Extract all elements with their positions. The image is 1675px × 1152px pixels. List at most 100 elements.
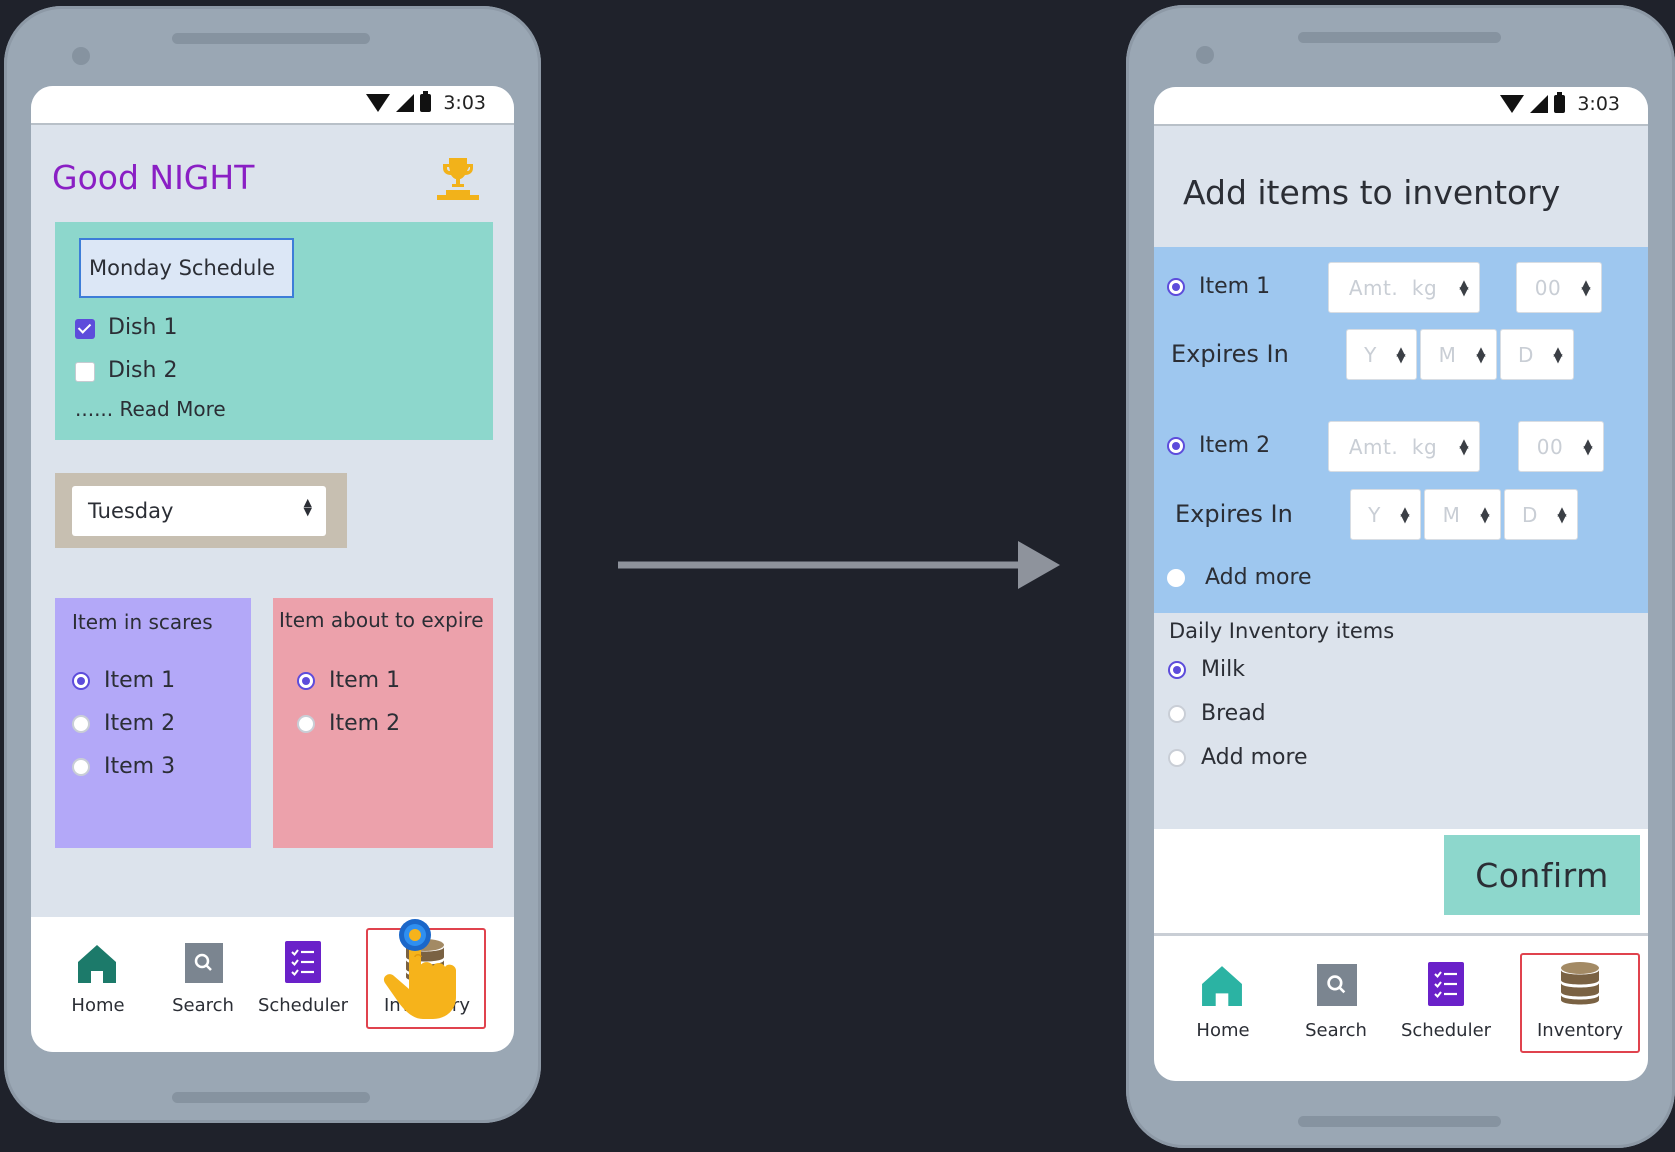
item-2-radio[interactable] — [1167, 437, 1185, 455]
schedule-card: Monday Schedule Dish 1 Dish 2 ...... Rea… — [55, 222, 493, 440]
add-more-radio[interactable] — [1167, 569, 1185, 587]
signal-icon — [1530, 95, 1549, 113]
item-2-expires-label: Expires In — [1175, 500, 1293, 528]
dish-1-checkbox[interactable] — [75, 319, 95, 339]
nav-scheduler[interactable]: Scheduler — [255, 937, 351, 1027]
nav-home[interactable]: Home — [53, 937, 143, 1027]
nav-home[interactable]: Home — [1178, 958, 1268, 1048]
expire-item-2-radio[interactable] — [297, 715, 315, 733]
dish-2-label: Dish 2 — [108, 358, 178, 383]
phone-camera — [72, 47, 90, 65]
search-icon — [185, 943, 223, 983]
daily-add-more-label: Add more — [1201, 745, 1308, 770]
item-1-year-field[interactable]: Y ▲ ▼ — [1346, 329, 1417, 380]
confirm-area: Confirm — [1154, 829, 1648, 936]
stepper-arrows-icon: ▲ ▼ — [1583, 435, 1593, 457]
phone-bottom-bar — [1298, 1116, 1501, 1127]
right-screen: 3:03 Add items to inventory Item 1 Amt. … — [1154, 87, 1648, 1081]
wifi-icon — [366, 94, 391, 112]
status-time: 3:03 — [443, 92, 486, 114]
nav-search-label: Search — [172, 995, 234, 1016]
unit-placeholder: kg — [1411, 275, 1438, 300]
checklist-icon — [285, 941, 321, 983]
item-2-day-field[interactable]: D ▲ ▼ — [1504, 489, 1578, 540]
item-1-month-field[interactable]: M ▲ ▼ — [1420, 329, 1497, 380]
amount-placeholder: Amt. — [1348, 275, 1399, 300]
scarce-item-3-label: Item 3 — [104, 754, 176, 779]
tap-hand-icon — [379, 911, 479, 1026]
checklist-icon — [1428, 962, 1464, 1006]
item-2-amount-field[interactable]: Amt. kg ▲ ▼ — [1328, 421, 1480, 472]
milk-radio[interactable] — [1168, 661, 1186, 679]
phone-bottom-bar — [172, 1092, 370, 1103]
wifi-icon — [1500, 95, 1525, 113]
milk-label: Milk — [1201, 657, 1245, 682]
read-more-link[interactable]: ...... Read More — [75, 397, 226, 421]
signal-icon — [396, 94, 415, 112]
stepper-arrows-icon: ▲ ▼ — [1396, 343, 1406, 365]
expire-item-1-radio[interactable] — [297, 672, 315, 690]
stepper-arrows-icon: ▲ ▼ — [1400, 503, 1410, 525]
daily-add-more-radio[interactable] — [1168, 749, 1186, 767]
nav-scheduler-label: Scheduler — [1400, 1020, 1492, 1041]
nav-home-label: Home — [71, 995, 125, 1016]
greeting-title: Good NIGHT — [52, 158, 255, 197]
item-2-month-field[interactable]: M ▲ ▼ — [1424, 489, 1501, 540]
transition-arrow — [618, 538, 1060, 594]
item-2-year-field[interactable]: Y ▲ ▼ — [1350, 489, 1421, 540]
schedule-title: Monday Schedule — [89, 256, 276, 280]
battery-icon — [1554, 92, 1566, 113]
search-icon — [1317, 964, 1357, 1006]
status-bar: 3:03 — [31, 86, 514, 125]
confirm-button[interactable]: Confirm — [1444, 835, 1640, 915]
month-placeholder: M — [1442, 502, 1461, 527]
schedule-title-box[interactable]: Monday Schedule — [79, 238, 294, 298]
scarce-item-1-label: Item 1 — [104, 668, 176, 693]
decimal-placeholder: 00 — [1536, 434, 1564, 459]
item-1-decimal-field[interactable]: 00 ▲ ▼ — [1516, 262, 1602, 313]
item-1-radio[interactable] — [1167, 278, 1185, 296]
item-2-decimal-field[interactable]: 00 ▲ ▼ — [1518, 421, 1604, 472]
bread-radio[interactable] — [1168, 705, 1186, 723]
scarce-items-card: Item in scares Item 1 Item 2 Item 3 — [55, 598, 251, 848]
stepper-arrows-icon: ▲ ▼ — [1459, 276, 1469, 298]
home-icon — [1202, 966, 1242, 1006]
nav-scheduler[interactable]: Scheduler — [1394, 958, 1498, 1048]
expiring-items-card: Item about to expire Item 1 Item 2 — [273, 598, 493, 848]
item-1-label: Item 1 — [1199, 274, 1271, 299]
battery-icon — [420, 91, 432, 112]
nav-search[interactable]: Search — [1288, 958, 1384, 1048]
daily-inventory-title: Daily Inventory items — [1169, 619, 1395, 643]
scarce-item-3-radio[interactable] — [72, 758, 90, 776]
item-2-label: Item 2 — [1199, 433, 1271, 458]
stepper-arrows-icon: ▲ ▼ — [1557, 503, 1567, 525]
trophy-icon[interactable] — [435, 156, 481, 200]
dish-2-checkbox[interactable] — [75, 362, 95, 382]
nav-inventory[interactable]: Inventory — [1524, 958, 1636, 1048]
expire-item-2-label: Item 2 — [329, 711, 401, 736]
home-icon — [78, 945, 116, 983]
nav-search[interactable]: Search — [155, 937, 251, 1027]
database-icon — [1561, 962, 1599, 1005]
phone-speaker — [172, 33, 370, 44]
left-phone-frame: 3:03 Good NIGHT Monday Schedule Dish 1 D… — [4, 6, 541, 1123]
nav-inventory-label: Inventory — [1537, 1020, 1623, 1041]
add-more-label: Add more — [1205, 565, 1312, 590]
day-select-frame: Tuesday ▲ ▼ — [55, 473, 347, 548]
bread-label: Bread — [1201, 701, 1266, 726]
right-phone-frame: 3:03 Add items to inventory Item 1 Amt. … — [1126, 5, 1675, 1148]
left-screen: 3:03 Good NIGHT Monday Schedule Dish 1 D… — [31, 86, 514, 1052]
amount-placeholder: Amt. — [1348, 434, 1399, 459]
unit-placeholder: kg — [1411, 434, 1438, 459]
item-1-day-field[interactable]: D ▲ ▼ — [1500, 329, 1574, 380]
items-panel: Item 1 Amt. kg ▲ ▼ 00 ▲ ▼ Expires In Y ▲ ▼ … — [1154, 247, 1648, 613]
day-select[interactable]: Tuesday ▲ ▼ — [72, 486, 326, 536]
decimal-placeholder: 00 — [1534, 275, 1562, 300]
scarce-item-2-radio[interactable] — [72, 715, 90, 733]
select-arrows-icon: ▲ ▼ — [303, 496, 312, 518]
scarce-item-1-radio[interactable] — [72, 672, 90, 690]
item-1-amount-field[interactable]: Amt. kg ▲ ▼ — [1328, 262, 1480, 313]
expire-item-1-label: Item 1 — [329, 668, 401, 693]
expire-card-title: Item about to expire — [279, 608, 484, 632]
stepper-arrows-icon: ▲ ▼ — [1459, 435, 1469, 457]
